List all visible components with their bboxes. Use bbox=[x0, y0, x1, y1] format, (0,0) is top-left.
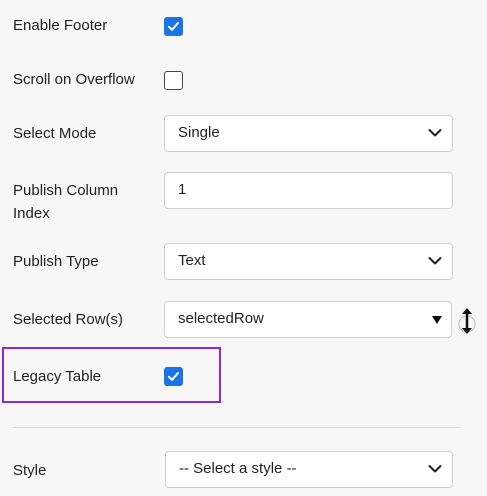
publish-column-index-label-line1: Publish Column bbox=[13, 182, 119, 199]
resize-vertical-icon[interactable] bbox=[456, 306, 478, 336]
selected-rows-dropdown[interactable]: selectedRow bbox=[164, 301, 452, 338]
publish-column-index-value: 1 bbox=[178, 181, 187, 198]
legacy-table-checkbox[interactable] bbox=[164, 367, 183, 386]
enable-footer-label: Enable Footer bbox=[13, 17, 108, 34]
selected-rows-label: Selected Row(s) bbox=[13, 311, 124, 328]
triangle-down-icon bbox=[432, 316, 442, 324]
publish-column-index-label-line2: Index bbox=[13, 205, 50, 222]
check-icon bbox=[168, 22, 179, 31]
publish-type-dropdown[interactable]: Text bbox=[164, 243, 453, 280]
legacy-table-label: Legacy Table bbox=[13, 368, 102, 385]
publish-type-value: Text bbox=[178, 252, 206, 269]
enable-footer-checkbox[interactable] bbox=[164, 17, 183, 36]
scroll-on-overflow-label: Scroll on Overflow bbox=[13, 71, 135, 88]
selected-rows-value: selectedRow bbox=[178, 310, 264, 327]
select-mode-dropdown[interactable]: Single bbox=[164, 115, 453, 152]
style-placeholder: -- Select a style -- bbox=[179, 460, 297, 477]
select-mode-value: Single bbox=[178, 124, 220, 141]
style-label: Style bbox=[13, 462, 47, 479]
chevron-down-icon bbox=[428, 129, 442, 137]
check-icon bbox=[168, 372, 179, 381]
scroll-on-overflow-checkbox[interactable] bbox=[164, 71, 183, 90]
publish-type-label: Publish Type bbox=[13, 253, 99, 270]
chevron-down-icon bbox=[428, 465, 442, 473]
style-dropdown[interactable]: -- Select a style -- bbox=[165, 451, 453, 488]
select-mode-label: Select Mode bbox=[13, 125, 97, 142]
section-divider bbox=[13, 427, 461, 428]
chevron-down-icon bbox=[428, 257, 442, 265]
publish-column-index-input[interactable]: 1 bbox=[164, 172, 453, 209]
